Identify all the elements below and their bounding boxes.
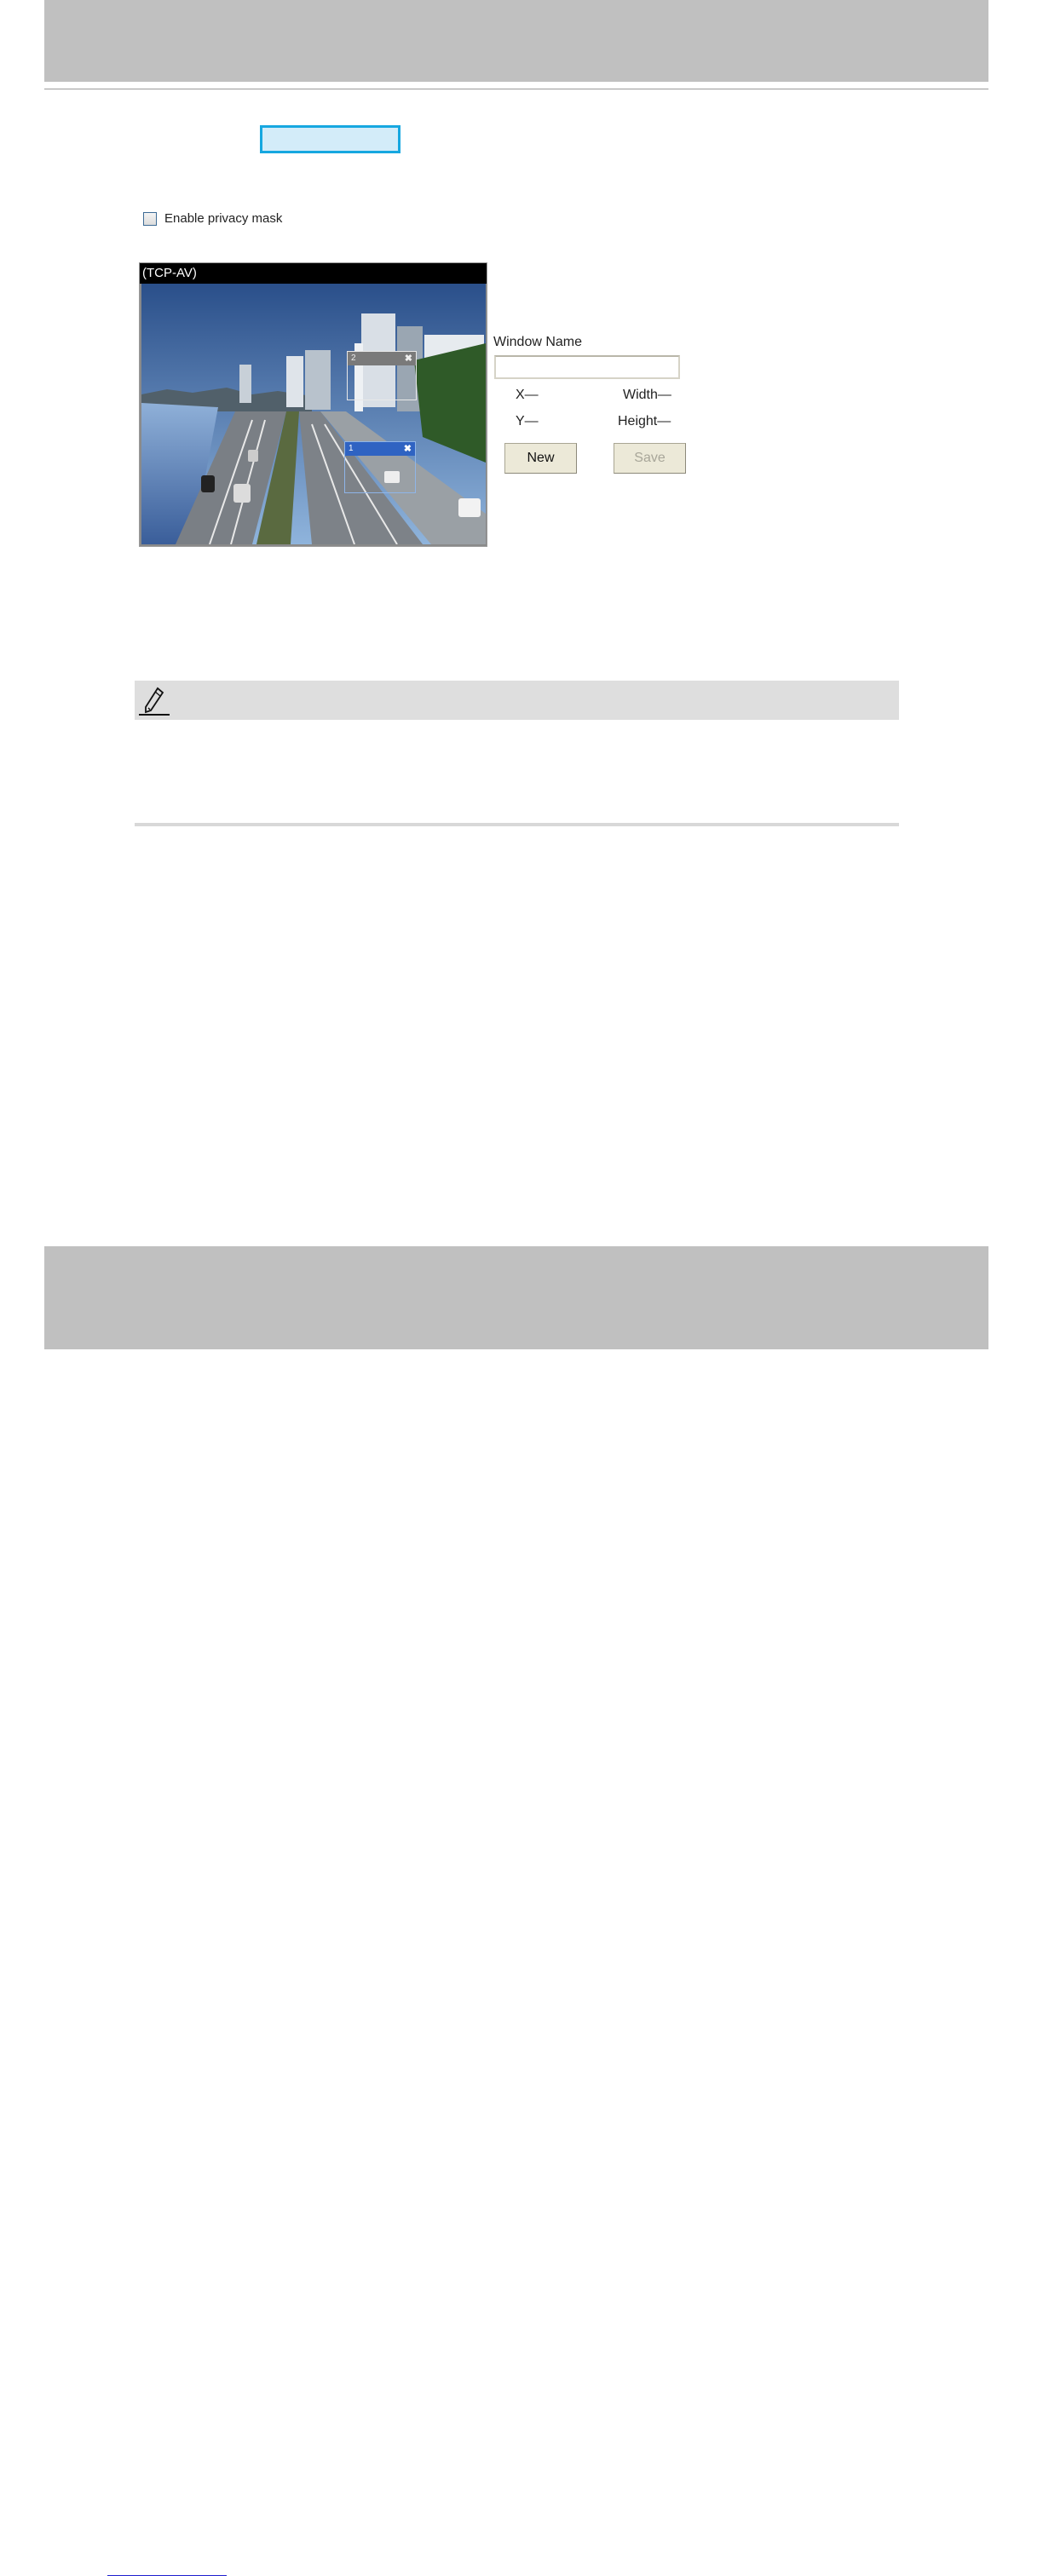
footer-link[interactable] <box>107 2563 227 2576</box>
mask-window-titlebar[interactable]: 1 ✖ <box>345 442 415 456</box>
page-header-bar <box>44 0 988 82</box>
highlight-box <box>260 125 400 153</box>
pencil-icon <box>139 687 170 716</box>
enable-privacy-mask-row[interactable]: Enable privacy mask <box>143 211 282 226</box>
height-label: Height— <box>618 414 671 428</box>
enable-privacy-mask-checkbox[interactable] <box>143 211 157 226</box>
video-preview: (TCP-AV) 2 ✖ 1 ✖ <box>139 262 487 547</box>
mask-window-titlebar[interactable]: 2 ✖ <box>348 352 416 365</box>
close-icon[interactable]: ✖ <box>404 442 412 456</box>
mask-window-id: 2 <box>351 354 356 363</box>
save-button[interactable]: Save <box>614 443 686 474</box>
window-name-label: Window Name <box>493 335 583 349</box>
width-label: Width— <box>623 388 671 402</box>
video-title: (TCP-AV) <box>140 263 487 284</box>
enable-privacy-mask-label: Enable privacy mask <box>164 211 283 226</box>
x-label: X— <box>516 388 539 402</box>
page-footer-bar <box>44 1246 988 2576</box>
mask-window-id: 1 <box>349 444 354 453</box>
section-divider <box>135 823 899 826</box>
privacy-mask-window-1[interactable]: 1 ✖ <box>344 441 416 493</box>
new-button[interactable]: New <box>504 443 577 474</box>
close-icon[interactable]: ✖ <box>405 352 412 365</box>
window-name-input[interactable] <box>494 355 680 379</box>
camera-view-image <box>141 284 486 544</box>
privacy-mask-window-2[interactable]: 2 ✖ <box>347 351 417 400</box>
note-bar <box>135 681 899 720</box>
y-label: Y— <box>516 414 539 428</box>
